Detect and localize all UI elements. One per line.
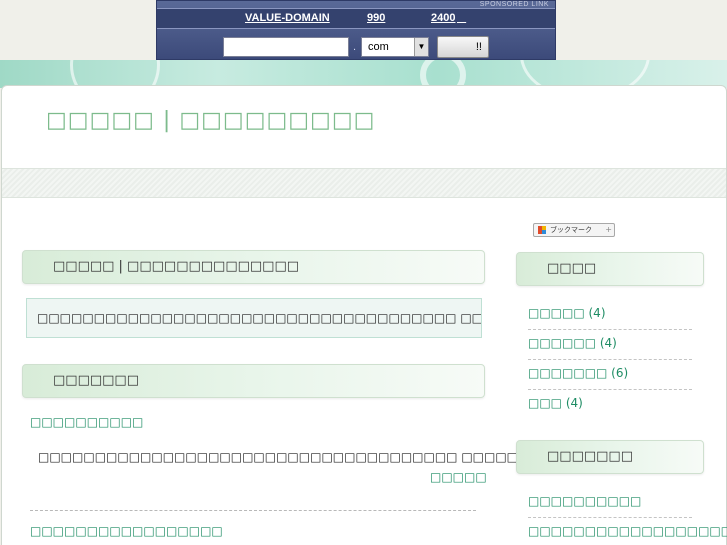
- sponsored-label: SPONSORED LINK: [479, 1, 549, 8]
- tld-select[interactable]: com ▼: [361, 37, 429, 57]
- tld-selected-value: com: [368, 41, 389, 53]
- sidebar-category-item[interactable]: □□□□□□ (4): [528, 330, 692, 360]
- ad-price-2[interactable]: 2400: [431, 12, 455, 24]
- sidebar-category-item[interactable]: □□□□□ (4): [528, 300, 692, 330]
- entry-divider: [30, 510, 476, 511]
- site-title[interactable]: □□□□□ | □□□□□□□□□: [46, 108, 375, 133]
- sidebar-recent-item[interactable]: □□□□□□□□□□□□□□□□□□□: [528, 518, 727, 545]
- entry-title-link[interactable]: □□□□□□□□□□□□□□□□□: [30, 524, 223, 538]
- chevron-down-icon[interactable]: ▼: [414, 38, 428, 56]
- sidebar-heading-recent: □□□□□□□: [516, 440, 704, 474]
- ad-price-1[interactable]: 990: [367, 12, 385, 24]
- intro-text-box: □□□□□□□□□□□□□□□□□□□□□□□□□□□□□□□□□□□□□ □□…: [26, 298, 482, 338]
- swirl-decoration: [70, 60, 160, 88]
- domain-dot-separator: .: [353, 41, 357, 53]
- swirl-decoration: [520, 60, 650, 88]
- entry-excerpt: □□□□□□□□□□□□□□□□□□□□□□□□□□□□□□□□□□□□□ □□…: [38, 450, 530, 464]
- circle-decoration: [420, 60, 466, 88]
- section-heading-intro: □□□□□ | □□□□□□□□□□□□□□: [22, 250, 485, 284]
- domain-search-button[interactable]: !!: [437, 36, 489, 58]
- nav-strip: [2, 168, 726, 198]
- sidebar-heading-categories: □□□□: [516, 252, 704, 286]
- header-decoration: [0, 60, 727, 88]
- entry-title-link[interactable]: □□□□□□□□□□: [30, 415, 143, 429]
- read-more-link[interactable]: □□□□□: [430, 470, 487, 484]
- plus-icon: +: [605, 225, 612, 234]
- sidebar-recent-item[interactable]: □□□□□□□□□□: [528, 488, 692, 518]
- sidebar-category-item[interactable]: □□□□□□□ (6): [528, 360, 692, 390]
- domain-ad-banner: SPONSORED LINK VALUE-DOMAIN 990 2400 . c…: [156, 0, 556, 60]
- sidebar-category-item[interactable]: □□□ (4): [528, 390, 692, 420]
- bookmark-button[interactable]: ブックマーク +: [533, 223, 615, 237]
- ad-price-line[interactable]: VALUE-DOMAIN 990 2400: [157, 8, 555, 29]
- ad-underline-tail: [457, 12, 467, 24]
- ad-brand-link[interactable]: VALUE-DOMAIN: [245, 12, 330, 24]
- bookmark-label: ブックマーク: [550, 226, 592, 234]
- bookmark-icon: [538, 226, 546, 234]
- domain-search-input[interactable]: [223, 37, 349, 57]
- section-heading-entries: □□□□□□□: [22, 364, 485, 398]
